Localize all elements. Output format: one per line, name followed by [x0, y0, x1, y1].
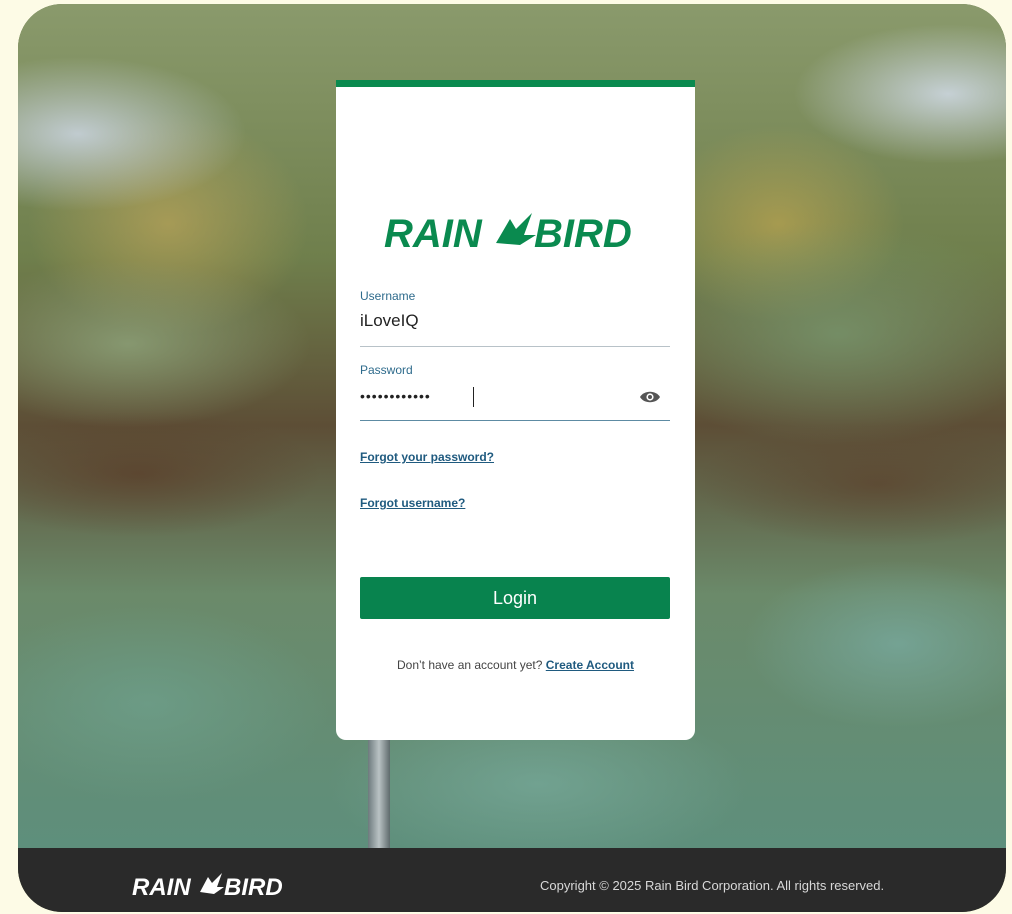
- signup-prompt: Don’t have an account yet? Create Accoun…: [336, 658, 695, 672]
- footer: RAIN BIRD Copyright © 2025 Rain Bird Cor…: [18, 848, 1006, 912]
- sprinkler-pole: [368, 734, 390, 848]
- footer-rain-bird-logo: RAIN BIRD: [132, 873, 283, 901]
- no-account-text: Don’t have an account yet?: [396, 658, 543, 672]
- svg-text:BIRD: BIRD: [534, 212, 632, 256]
- password-input[interactable]: ••••••••••••: [360, 388, 431, 404]
- password-underline: [360, 420, 670, 421]
- create-account-link[interactable]: Create Account: [546, 658, 634, 672]
- forgot-username-link[interactable]: Forgot username?: [360, 496, 465, 510]
- text-caret: [473, 387, 474, 407]
- svg-text:RAIN: RAIN: [132, 874, 191, 901]
- app-frame: RAIN BIRD Username iLoveIQ Password ••••…: [18, 4, 1006, 912]
- username-label: Username: [360, 289, 416, 303]
- username-underline: [360, 346, 670, 347]
- login-card: RAIN BIRD Username iLoveIQ Password ••••…: [336, 80, 695, 740]
- eye-icon[interactable]: [639, 389, 661, 405]
- svg-text:RAIN: RAIN: [384, 212, 483, 256]
- svg-text:BIRD: BIRD: [224, 874, 283, 901]
- login-button[interactable]: Login: [360, 577, 670, 619]
- username-input[interactable]: iLoveIQ: [360, 311, 419, 331]
- copyright-text: Copyright © 2025 Rain Bird Corporation. …: [540, 878, 885, 893]
- password-label: Password: [360, 363, 413, 377]
- rain-bird-logo: RAIN BIRD: [384, 212, 632, 256]
- forgot-password-link[interactable]: Forgot your password?: [360, 450, 494, 464]
